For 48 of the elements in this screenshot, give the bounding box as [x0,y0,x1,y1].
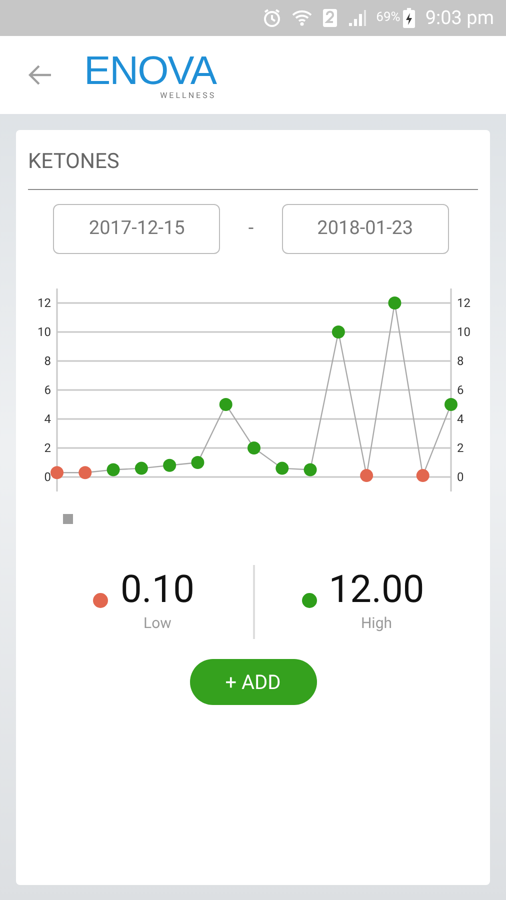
y-tick-label: 0 [44,470,51,484]
y-tick-label: 0 [457,470,464,484]
logo-tagline: WELLNESS [160,92,216,100]
y-tick-label: 8 [457,354,464,368]
data-point [332,325,345,338]
data-point [304,462,317,476]
data-point [248,441,260,454]
wifi-icon [292,9,312,27]
data-point [276,461,289,474]
clock: 9:03 pm [425,4,494,31]
data-point [416,468,430,482]
data-point [106,462,120,476]
y-tick-label: 12 [38,296,51,310]
card-title: KETONES [28,147,478,190]
battery-percent: 69% [376,9,400,28]
legend-swatch [63,514,73,524]
data-point [360,468,374,482]
data-point [50,466,64,479]
data-point [388,296,402,309]
stat-label: Low [144,613,172,634]
date-from-field[interactable]: 2017-12-15 [53,204,220,254]
y-tick-label: 8 [44,354,51,368]
data-point [163,458,176,472]
add-button[interactable]: + ADD [190,658,316,704]
data-point [191,456,204,468]
alarm-icon [262,8,282,28]
stat-value: 0.10 [120,568,195,612]
date-to-field[interactable]: 2018-01-23 [282,204,449,254]
battery-charging-icon [403,8,416,28]
y-tick-label: 6 [44,382,51,396]
data-point [219,398,232,410]
y-tick-label: 2 [457,440,464,454]
y-tick-label: 4 [44,412,51,426]
stat-label: High [360,613,392,634]
data-point [134,461,148,474]
date-separator: - [248,215,254,242]
y-tick-label: 10 [457,324,470,338]
y-tick-label: 4 [457,412,464,426]
signal-icon [348,9,366,27]
stat-value: 12.00 [328,568,424,612]
data-point [78,466,92,479]
data-point [444,398,458,410]
y-tick-label: 12 [457,296,470,310]
sim-icon [322,8,338,28]
y-tick-label: 10 [38,324,51,338]
y-tick-label: 6 [457,382,464,396]
y-tick-label: 2 [44,440,51,454]
logo: ENOVA [84,50,216,90]
